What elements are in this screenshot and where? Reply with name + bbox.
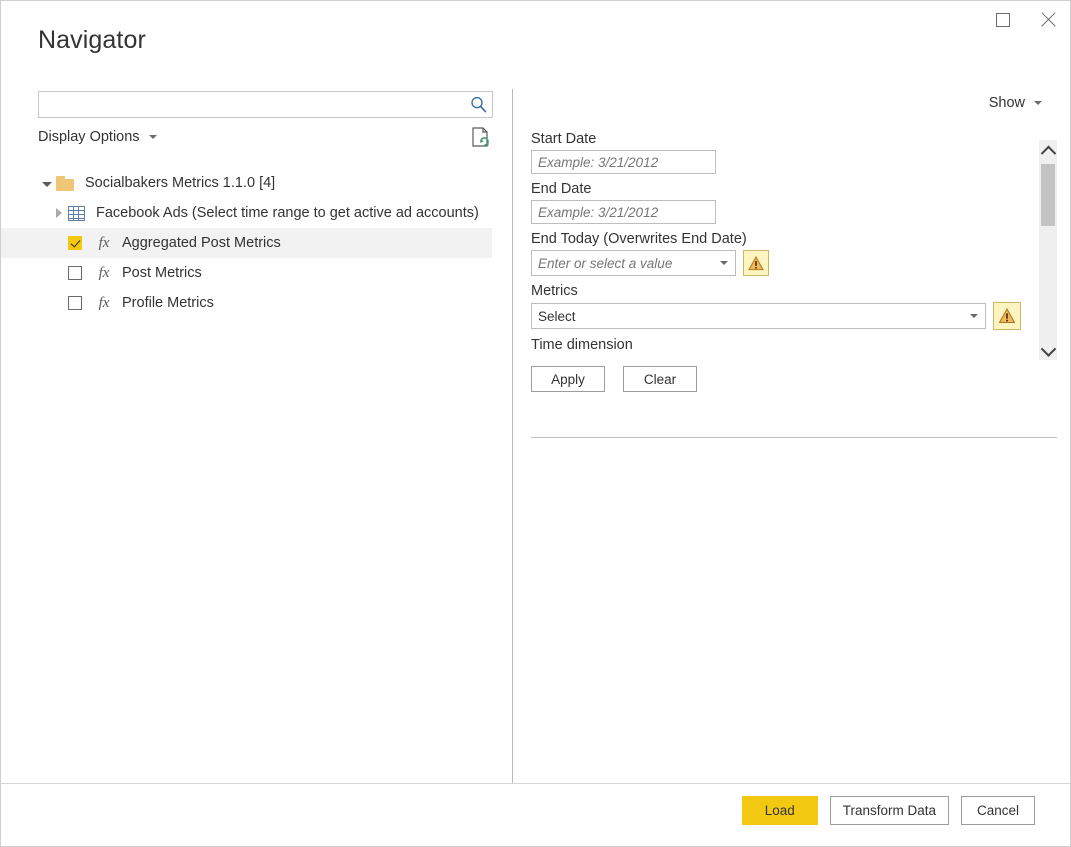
footer-buttons: Load Transform Data Cancel xyxy=(741,796,1035,825)
warning-triangle-icon xyxy=(748,255,764,270)
tree-row[interactable]: fx Aggregated Post Metrics xyxy=(1,228,492,258)
metrics-combobox[interactable]: Select xyxy=(531,303,986,329)
tree-item-label: Facebook Ads (Select time range to get a… xyxy=(96,205,479,221)
load-button[interactable]: Load xyxy=(741,796,818,825)
function-icon: fx xyxy=(98,294,110,311)
transform-data-button[interactable]: Transform Data xyxy=(829,796,949,825)
chevron-down-icon xyxy=(1034,101,1042,105)
page-title: Navigator xyxy=(38,26,146,54)
refresh-document-icon[interactable] xyxy=(471,126,493,150)
tree-row[interactable]: fx Profile Metrics xyxy=(1,288,492,318)
function-icon: fx xyxy=(98,234,110,251)
dialog-footer: Load Transform Data Cancel xyxy=(1,783,1070,846)
chevron-down-icon xyxy=(1040,340,1056,357)
tree-item-checkbox[interactable] xyxy=(68,296,82,310)
search-icon-glyph xyxy=(470,96,486,113)
start-date-input[interactable] xyxy=(531,150,716,174)
show-label: Show xyxy=(988,95,1025,111)
tree-row[interactable]: fx Post Metrics xyxy=(1,258,492,288)
chevron-down-icon xyxy=(148,135,157,139)
triangle-expanded-icon[interactable] xyxy=(38,180,56,187)
triangle-collapsed-icon[interactable] xyxy=(50,208,68,218)
form-divider xyxy=(531,437,1057,438)
navigator-dialog: Navigator Display Options Socialbakers M… xyxy=(0,0,1071,847)
display-options-dropdown[interactable]: Display Options xyxy=(38,129,157,145)
tree-item-label: Profile Metrics xyxy=(122,295,214,311)
tree-item-label: Aggregated Post Metrics xyxy=(122,235,281,251)
tree-row[interactable]: Socialbakers Metrics 1.1.0 [4] xyxy=(1,168,492,198)
folder-icon xyxy=(56,175,74,191)
warning-triangle-icon xyxy=(998,308,1016,324)
scroll-down-button[interactable] xyxy=(1039,340,1057,360)
close-icon xyxy=(1040,12,1056,28)
search-input[interactable] xyxy=(39,92,464,117)
metrics-label: Metrics xyxy=(531,283,578,299)
search-icon[interactable] xyxy=(464,96,492,113)
metrics-warning-icon[interactable] xyxy=(993,302,1021,330)
end-today-combobox[interactable]: Enter or select a value xyxy=(531,250,736,276)
tree-item-checkbox[interactable] xyxy=(68,236,82,250)
end-today-value: Enter or select a value xyxy=(538,255,673,271)
time-dimension-label: Time dimension xyxy=(531,337,633,353)
apply-button[interactable]: Apply xyxy=(531,366,605,392)
close-button[interactable] xyxy=(1025,1,1070,39)
clear-button[interactable]: Clear xyxy=(623,366,697,392)
start-date-label: Start Date xyxy=(531,131,597,147)
chevron-down-icon[interactable] xyxy=(963,314,985,318)
search-box[interactable] xyxy=(38,91,493,118)
end-today-label: End Today (Overwrites End Date) xyxy=(531,231,747,247)
display-options-label: Display Options xyxy=(38,129,140,145)
right-pane: Show Start Date End Date End Today (Over… xyxy=(513,76,1070,782)
tree-item-label: Post Metrics xyxy=(122,265,202,281)
maximize-icon xyxy=(995,13,1010,27)
end-today-row: Enter or select a value xyxy=(531,250,1021,276)
form-scrollbar[interactable] xyxy=(1039,140,1057,360)
maximize-button[interactable] xyxy=(980,1,1025,39)
function-icon: fx xyxy=(98,264,110,281)
form-action-buttons: Apply Clear xyxy=(531,366,1021,392)
end-today-warning-icon[interactable] xyxy=(743,250,769,276)
chevron-down-icon[interactable] xyxy=(713,261,735,265)
show-dropdown[interactable]: Show xyxy=(989,95,1042,111)
object-tree: Socialbakers Metrics 1.1.0 [4] Facebook … xyxy=(1,168,492,318)
parameter-form: Start Date End Date End Today (Overwrite… xyxy=(531,131,1021,392)
scrollbar-thumb[interactable] xyxy=(1041,164,1055,226)
end-date-label: End Date xyxy=(531,181,592,197)
table-icon xyxy=(68,205,85,221)
window-controls xyxy=(980,1,1070,39)
scrollbar-track[interactable] xyxy=(1039,160,1057,340)
title-bar xyxy=(1,1,1070,45)
scroll-up-button[interactable] xyxy=(1039,140,1057,161)
cancel-button[interactable]: Cancel xyxy=(961,796,1035,825)
metrics-value: Select xyxy=(538,308,576,324)
tree-row[interactable]: Facebook Ads (Select time range to get a… xyxy=(1,198,492,228)
tree-item-checkbox[interactable] xyxy=(68,266,82,280)
metrics-row: Select xyxy=(531,302,1021,330)
tree-item-label: Socialbakers Metrics 1.1.0 [4] xyxy=(85,175,276,191)
refresh-document-icon-glyph xyxy=(472,127,489,147)
end-date-input[interactable] xyxy=(531,200,716,224)
chevron-up-icon xyxy=(1040,145,1056,161)
left-pane: Display Options Socialbakers Metrics 1.1… xyxy=(1,76,512,782)
